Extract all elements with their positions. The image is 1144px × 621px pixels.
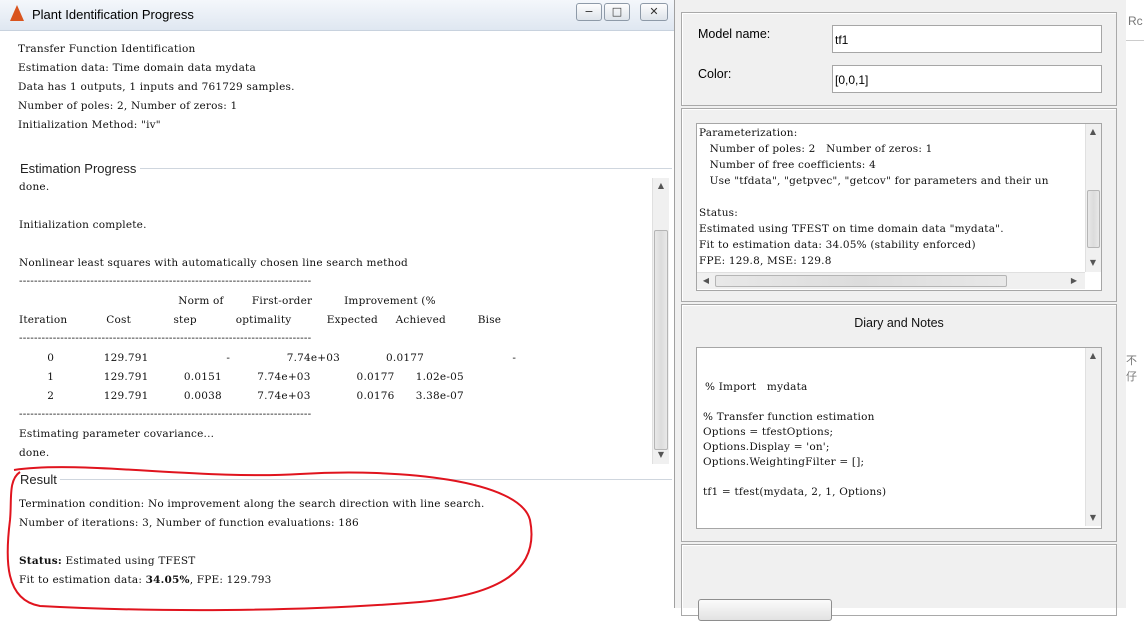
info-line: Number of poles: 2 Number of zeros: 1 bbox=[699, 143, 933, 155]
log-separator: ----------------------------------------… bbox=[19, 332, 312, 344]
color-label: Color: bbox=[698, 67, 732, 81]
estimation-progress-log[interactable]: done. Initialization complete. Nonlinear… bbox=[15, 178, 651, 464]
diary-vertical-scrollbar[interactable]: ▲ ▼ bbox=[1085, 348, 1101, 526]
info-line: Fit to estimation data: 34.05% (stabilit… bbox=[699, 239, 976, 251]
diary-line: % Import mydata bbox=[705, 381, 808, 393]
background-text-fragment: 不仔 bbox=[1126, 355, 1137, 383]
color-field[interactable]: [0,0,1] bbox=[832, 65, 1102, 93]
window-title: Plant Identification Progress bbox=[32, 7, 194, 22]
log-separator: ----------------------------------------… bbox=[19, 275, 312, 287]
model-properties-group: Model name: tf1 Color: [0,0,1] bbox=[681, 12, 1117, 106]
diary-notes-title: Diary and Notes bbox=[854, 316, 944, 330]
scroll-down-arrow-icon[interactable]: ▼ bbox=[1086, 512, 1100, 524]
header-line: Estimation data: Time domain data mydata bbox=[18, 62, 256, 74]
diary-line: Options.Display = 'on'; bbox=[703, 441, 830, 453]
model-name-label: Model name: bbox=[698, 27, 771, 41]
info-line: Estimated using TFEST on time domain dat… bbox=[699, 223, 1004, 235]
actions-group bbox=[681, 544, 1117, 621]
header-line: Number of poles: 2, Number of zeros: 1 bbox=[18, 100, 238, 112]
estimation-progress-title: Estimation Progress bbox=[18, 161, 139, 176]
scrollbar-thumb[interactable] bbox=[1087, 190, 1100, 248]
partial-action-button[interactable] bbox=[698, 599, 832, 621]
close-button[interactable]: ✕ bbox=[640, 3, 668, 21]
scroll-left-arrow-icon[interactable]: ◀ bbox=[699, 275, 713, 287]
log-line: done. bbox=[19, 447, 50, 459]
table-header-row: Norm of First-order Improvement (% bbox=[19, 295, 436, 307]
scroll-right-arrow-icon[interactable]: ▶ bbox=[1067, 275, 1081, 287]
scrollbar-thumb[interactable] bbox=[715, 275, 1007, 287]
info-vertical-scrollbar[interactable]: ▲ ▼ bbox=[1085, 124, 1101, 272]
table-row: 2 129.791 0.0038 7.74e+03 0.0176 3.38e-0… bbox=[19, 390, 464, 402]
info-line: Parameterization: bbox=[699, 127, 798, 139]
table-row: 1 129.791 0.0151 7.74e+03 0.0177 1.02e-0… bbox=[19, 371, 464, 383]
header-line: Data has 1 outputs, 1 inputs and 761729 … bbox=[18, 81, 295, 93]
scroll-up-arrow-icon[interactable]: ▲ bbox=[1086, 350, 1100, 362]
info-line: Status: bbox=[699, 207, 738, 219]
info-line: Number of free coefficients: 4 bbox=[699, 159, 876, 171]
background-divider bbox=[1126, 40, 1144, 41]
model-name-field[interactable]: tf1 bbox=[832, 25, 1102, 53]
diary-line: Options.WeightingFilter = []; bbox=[703, 456, 865, 468]
diary-notes-text[interactable]: % Import mydata % Transfer function esti… bbox=[696, 347, 1102, 529]
window-titlebar[interactable]: Plant Identification Progress − □ ✕ bbox=[0, 0, 674, 31]
header-line: Initialization Method: "iv" bbox=[18, 119, 161, 131]
model-info-group: Parameterization: Number of poles: 2 Num… bbox=[681, 108, 1117, 302]
log-line: Initialization complete. bbox=[19, 219, 147, 231]
diary-line: % Transfer function estimation bbox=[703, 411, 875, 423]
background-window-edge: Rc 不仔 bbox=[1126, 0, 1144, 619]
diary-notes-group: Diary and Notes % Import mydata % Transf… bbox=[681, 304, 1117, 542]
minimize-button[interactable]: − bbox=[576, 3, 602, 21]
model-info-panel: Model name: tf1 Color: [0,0,1] Parameter… bbox=[674, 0, 1127, 621]
diary-line: tf1 = tfest(mydata, 2, 1, Options) bbox=[703, 486, 887, 498]
maximize-button[interactable]: □ bbox=[604, 3, 630, 21]
model-info-text[interactable]: Parameterization: Number of poles: 2 Num… bbox=[696, 123, 1102, 291]
plant-identification-window: Plant Identification Progress − □ ✕ Tran… bbox=[0, 0, 674, 619]
scroll-down-arrow-icon[interactable]: ▼ bbox=[654, 449, 668, 461]
red-annotation-circle bbox=[6, 466, 533, 612]
matlab-logo-icon bbox=[10, 5, 24, 21]
table-header-row: Iteration Cost step optimality Expected … bbox=[19, 314, 502, 326]
scroll-up-arrow-icon[interactable]: ▲ bbox=[654, 180, 668, 192]
header-line: Transfer Function Identification bbox=[18, 43, 196, 55]
scroll-up-arrow-icon[interactable]: ▲ bbox=[1086, 126, 1100, 138]
section-divider bbox=[140, 168, 672, 169]
info-line: FPE: 129.8, MSE: 129.8 bbox=[699, 255, 832, 267]
table-row: 0 129.791 - 7.74e+03 0.0177 - bbox=[19, 352, 517, 364]
log-line: Estimating parameter covariance... bbox=[19, 428, 215, 440]
scroll-down-arrow-icon[interactable]: ▼ bbox=[1086, 257, 1100, 269]
diary-line: Options = tfestOptions; bbox=[703, 426, 834, 438]
info-horizontal-scrollbar[interactable]: ◀ ▶ bbox=[697, 272, 1085, 289]
log-line: done. bbox=[19, 181, 50, 193]
log-line: Nonlinear least squares with automatical… bbox=[19, 257, 408, 269]
info-line: Use "tfdata", "getpvec", "getcov" for pa… bbox=[699, 175, 1049, 187]
log-separator: ----------------------------------------… bbox=[19, 408, 312, 420]
progress-vertical-scrollbar[interactable]: ▲ ▼ bbox=[652, 178, 669, 464]
scrollbar-thumb[interactable] bbox=[654, 230, 668, 450]
background-text-fragment: Rc bbox=[1128, 14, 1143, 28]
